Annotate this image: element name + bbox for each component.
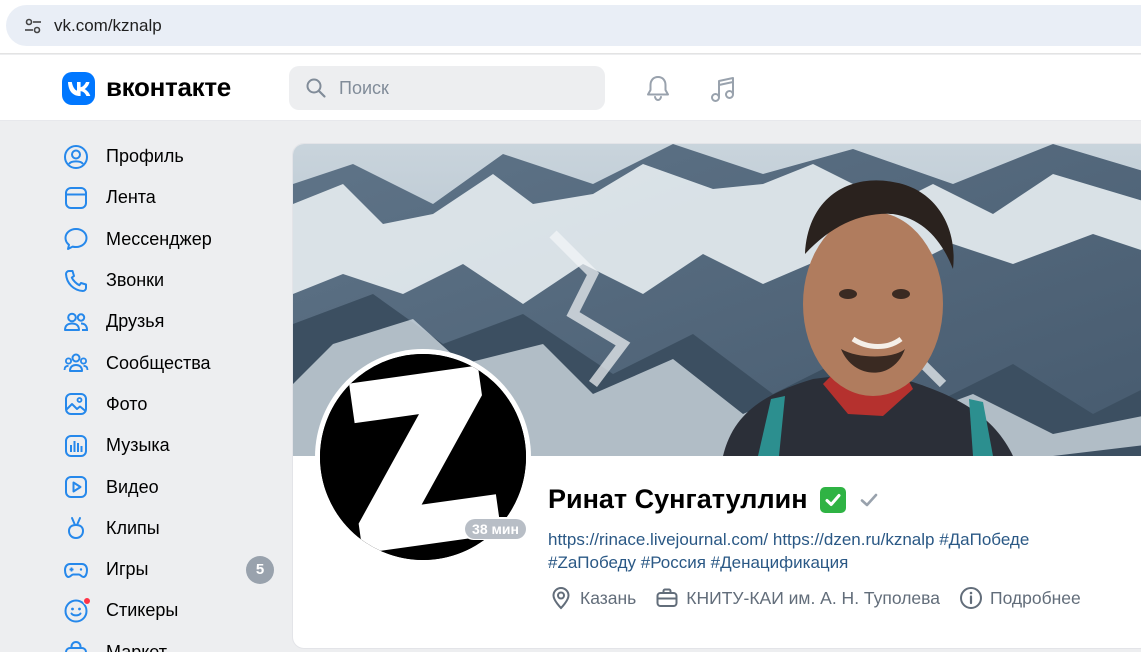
vk-wordmark[interactable]: вконтакте bbox=[106, 72, 231, 103]
sidebar-item-friends[interactable]: Друзья bbox=[62, 301, 282, 342]
sidebar-item-stickers[interactable]: Стикеры bbox=[62, 590, 282, 631]
education-text: КНИТУ-КАИ им. А. Н. Туполева bbox=[686, 587, 940, 608]
friends-icon bbox=[62, 308, 90, 336]
profile-info-row: Казань КНИТУ-КАИ им. А. Н. Туполева Подр… bbox=[548, 585, 1099, 611]
profile-card: 38 мин Ринат Сунгатуллин https://rinace.… bbox=[292, 143, 1141, 649]
vk-header: вконтакте bbox=[0, 55, 1141, 121]
url-text[interactable]: vk.com/kznalp bbox=[54, 16, 162, 36]
sidebar-item-label: Музыка bbox=[106, 435, 170, 456]
messenger-icon bbox=[62, 225, 90, 253]
sidebar-item-label: Профиль bbox=[106, 146, 184, 167]
search-input[interactable] bbox=[339, 77, 579, 99]
status-line-1[interactable]: https://rinace.livejournal.com/ https://… bbox=[548, 528, 1128, 551]
sidebar-item-calls[interactable]: Звонки bbox=[62, 260, 282, 301]
profile-status[interactable]: https://rinace.livejournal.com/ https://… bbox=[548, 528, 1128, 574]
feed-icon bbox=[62, 184, 90, 212]
music-note-icon[interactable] bbox=[707, 73, 739, 105]
music-icon bbox=[62, 432, 90, 460]
sidebar-item-communities[interactable]: Сообщества bbox=[62, 342, 282, 383]
status-line-2[interactable]: #ZaПобеду #Россия #Денацификация bbox=[548, 551, 1128, 574]
sidebar-item-label: Мессенджер bbox=[106, 228, 212, 249]
phone-icon bbox=[62, 267, 90, 295]
games-count-badge: 5 bbox=[246, 555, 274, 584]
sidebar-item-music[interactable]: Музыка bbox=[62, 425, 282, 466]
sidebar-item-label: Стикеры bbox=[106, 600, 179, 621]
communities-icon bbox=[62, 349, 90, 377]
more-info-text[interactable]: Подробнее bbox=[990, 588, 1081, 609]
sidebar-item-label: Друзья bbox=[106, 311, 165, 332]
briefcase-icon bbox=[654, 585, 680, 611]
market-icon bbox=[62, 638, 90, 652]
site-settings-icon[interactable] bbox=[22, 15, 44, 37]
sidebar-item-photo[interactable]: Фото bbox=[62, 384, 282, 425]
sidebar-item-clips[interactable]: Клипы bbox=[62, 508, 282, 549]
last-seen-text: 38 мин bbox=[465, 518, 526, 539]
info-icon bbox=[958, 585, 984, 611]
browser-toolbar: vk.com/kznalp bbox=[0, 0, 1141, 54]
address-bar[interactable]: vk.com/kznalp bbox=[6, 5, 1141, 46]
sidebar-item-games[interactable]: Игры 5 bbox=[62, 549, 282, 590]
sidebar-item-label: Маркет bbox=[106, 641, 167, 652]
photo-icon bbox=[62, 390, 90, 418]
sidebar-item-label: Лента bbox=[106, 187, 156, 208]
sidebar-item-label: Игры bbox=[106, 559, 149, 580]
city-text: Казань bbox=[580, 587, 637, 608]
sidebar-item-label: Фото bbox=[106, 393, 148, 414]
city-info[interactable]: Казань bbox=[548, 585, 636, 611]
more-info-link[interactable]: Подробнее bbox=[958, 585, 1081, 611]
sidebar-item-label: Сообщества bbox=[106, 352, 211, 373]
sidebar-item-label: Видео bbox=[106, 476, 159, 497]
sidebar-item-feed[interactable]: Лента bbox=[62, 177, 282, 218]
profile-name: Ринат Сунгатуллин bbox=[548, 484, 808, 514]
sidebar-item-market[interactable]: Маркет bbox=[62, 632, 282, 652]
search-icon bbox=[306, 78, 326, 98]
left-sidebar: Профиль Лента Мессенджер Звонки Друзья С… bbox=[62, 136, 282, 652]
profile-name-row: Ринат Сунгатуллин bbox=[548, 484, 880, 515]
vk-logo-icon[interactable] bbox=[62, 72, 95, 105]
education-info[interactable]: КНИТУ-КАИ им. А. Н. Туполева bbox=[654, 585, 940, 611]
search-box[interactable] bbox=[289, 66, 605, 110]
games-icon bbox=[62, 556, 90, 584]
clips-icon bbox=[62, 514, 90, 542]
sidebar-item-profile[interactable]: Профиль bbox=[62, 136, 282, 177]
video-icon bbox=[62, 473, 90, 501]
sidebar-item-label: Клипы bbox=[106, 517, 160, 538]
sidebar-item-label: Звонки bbox=[106, 270, 165, 291]
notification-dot bbox=[83, 596, 91, 605]
bell-icon[interactable] bbox=[643, 73, 673, 103]
sidebar-item-video[interactable]: Видео bbox=[62, 466, 282, 507]
green-check-emoji-icon bbox=[819, 486, 846, 513]
sidebar-item-messenger[interactable]: Мессенджер bbox=[62, 219, 282, 260]
last-seen-badge: 38 мин bbox=[462, 517, 529, 540]
stickers-icon bbox=[62, 596, 91, 625]
location-pin-icon bbox=[548, 585, 574, 611]
checkmark-icon[interactable] bbox=[858, 489, 880, 511]
profile-icon bbox=[62, 143, 90, 171]
